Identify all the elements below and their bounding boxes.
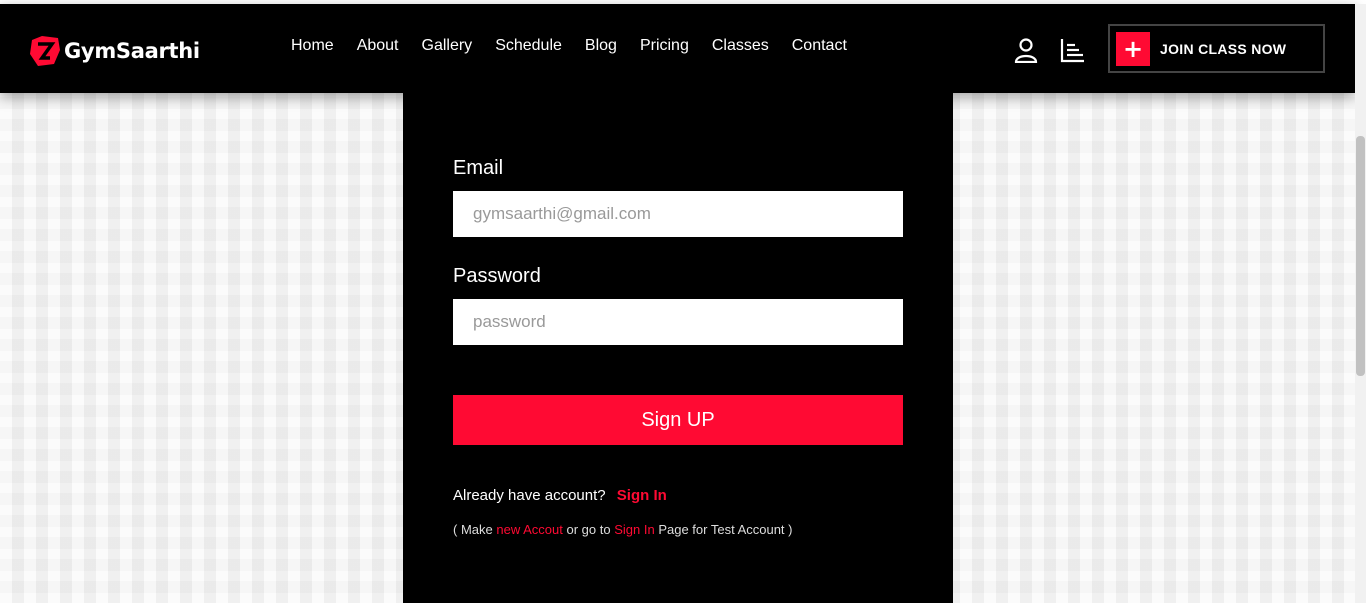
signup-panel: Email Password Sign UP Already have acco… [403,93,953,603]
scrollbar-thumb[interactable] [1356,136,1365,376]
note-sign-in-link[interactable]: Sign In [614,522,654,537]
note-suffix: Page for Test Account ) [658,522,793,537]
bars-icon[interactable] [1060,37,1086,63]
password-field[interactable] [453,299,903,345]
new-account-link[interactable]: new Accout [496,522,563,537]
join-class-label: JOIN CLASS NOW [1160,40,1287,57]
nav-about[interactable]: About [357,37,399,55]
sign-in-link[interactable]: Sign In [617,487,667,504]
nav-contact[interactable]: Contact [792,37,847,55]
nav-blog[interactable]: Blog [585,37,617,55]
note-prefix: ( Make [453,522,493,537]
brand-logo[interactable]: GymSaarthi [28,34,200,68]
navbar: GymSaarthi Home About Gallery Schedule B… [0,4,1355,93]
logo-icon [30,36,60,66]
nav-home[interactable]: Home [291,37,334,55]
already-text: Already have account? [453,487,606,504]
join-class-button[interactable]: + JOIN CLASS NOW [1108,24,1325,73]
password-label: Password [453,265,541,287]
nav-pricing[interactable]: Pricing [640,37,689,55]
test-account-note: ( Make new Accout or go to Sign In Page … [453,522,792,537]
email-field[interactable] [453,191,903,237]
nav-classes[interactable]: Classes [712,37,769,55]
nav-gallery[interactable]: Gallery [422,37,473,55]
sign-up-button[interactable]: Sign UP [453,395,903,445]
brand-name: GymSaarthi [64,39,200,63]
already-have-account: Already have account? Sign In [453,487,667,504]
note-middle: or go to [566,522,611,537]
email-label: Email [453,157,504,179]
main-nav: Home About Gallery Schedule Blog Pricing… [291,37,870,55]
nav-schedule[interactable]: Schedule [495,37,562,55]
user-icon[interactable] [1013,37,1039,63]
plus-icon: + [1116,31,1150,66]
